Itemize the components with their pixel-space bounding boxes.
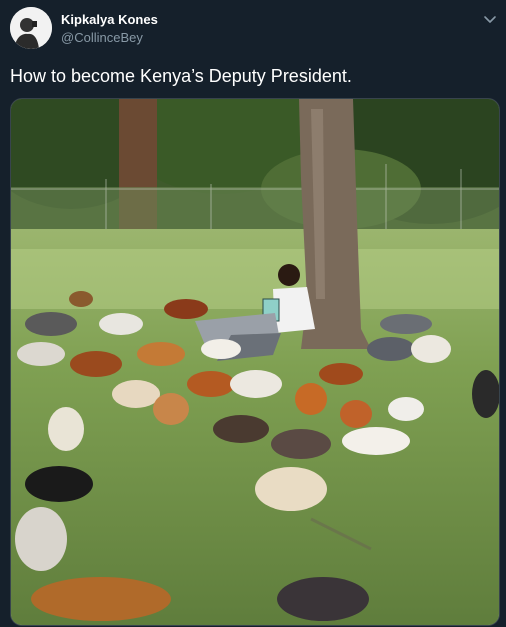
author-handle[interactable]: @CollinceBey	[61, 30, 158, 46]
avatar-image	[10, 7, 52, 49]
tweet-text: How to become Kenya’s Deputy President.	[10, 66, 352, 86]
avatar[interactable]	[10, 7, 52, 49]
tweet: Kipkalya Kones @CollinceBey How to becom…	[0, 0, 506, 627]
author-display-name[interactable]: Kipkalya Kones	[61, 12, 158, 28]
tweet-photo[interactable]	[10, 98, 500, 626]
chevron-down-icon[interactable]	[482, 11, 498, 27]
author-names: Kipkalya Kones @CollinceBey	[61, 12, 158, 46]
